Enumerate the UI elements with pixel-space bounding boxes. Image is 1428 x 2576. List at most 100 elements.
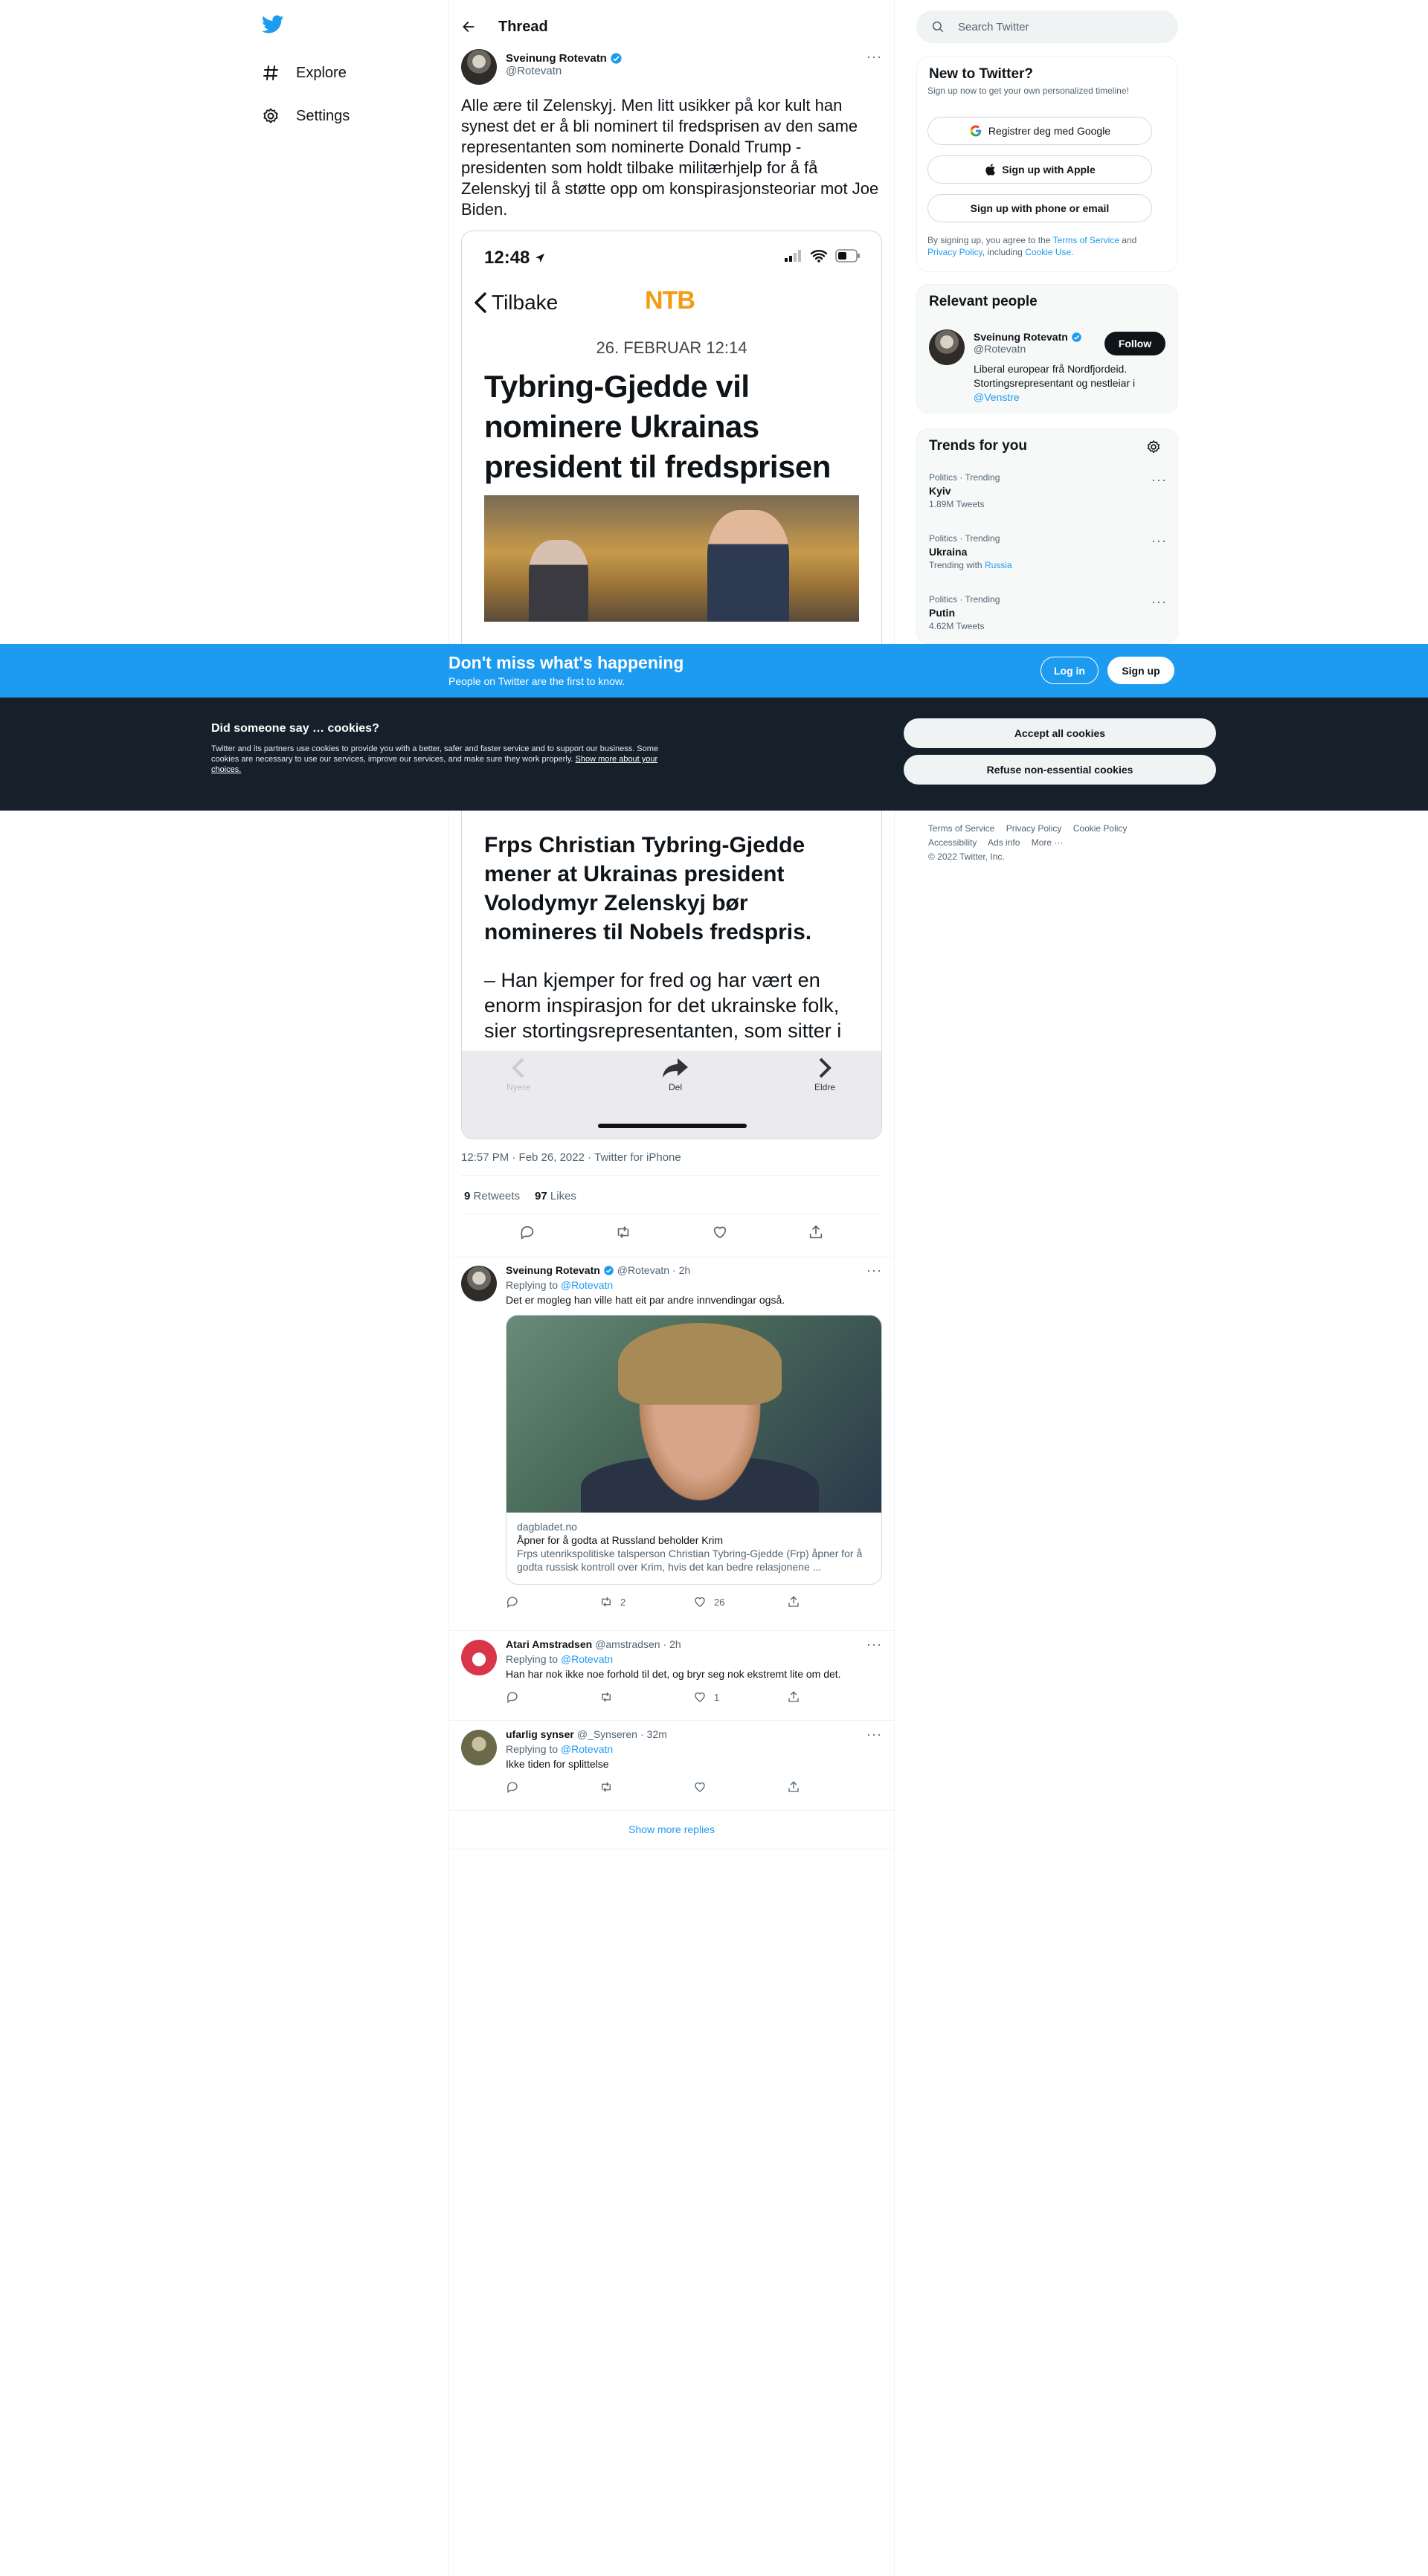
- trend-with-link[interactable]: Russia: [985, 560, 1012, 570]
- article-photo: [484, 495, 859, 622]
- more-options-icon[interactable]: ···: [866, 1263, 882, 1278]
- avatar[interactable]: [461, 1730, 497, 1765]
- nav-explore[interactable]: Explore: [262, 58, 347, 88]
- nav-settings-label: Settings: [296, 107, 350, 124]
- footer-tos-link[interactable]: Terms of Service: [928, 823, 994, 834]
- trend-item[interactable]: Politics · Trending Ukraina Trending wit…: [929, 533, 1167, 570]
- share-icon[interactable]: [808, 1224, 824, 1240]
- share-button[interactable]: [787, 1780, 881, 1794]
- trend-name: Ukraina: [929, 546, 968, 558]
- signup-button[interactable]: Sign up: [1107, 657, 1174, 684]
- google-signup-button[interactable]: Registrer deg med Google: [927, 117, 1152, 145]
- reply-button[interactable]: [506, 1690, 599, 1704]
- terms-link[interactable]: Terms of Service: [1053, 235, 1119, 245]
- reply-author-name[interactable]: ufarlig synser: [506, 1728, 574, 1740]
- show-more-replies-link[interactable]: Show more replies: [449, 1823, 894, 1835]
- footer-ads-link[interactable]: Ads info: [988, 837, 1020, 848]
- author-handle: @Rotevatn: [506, 65, 562, 77]
- share-button[interactable]: [787, 1690, 881, 1704]
- footer-privacy-link[interactable]: Privacy Policy: [1006, 823, 1062, 834]
- like-count[interactable]: 97 Likes: [535, 1190, 576, 1202]
- phone-nav-older: Eldre: [814, 1057, 835, 1092]
- phone-home-indicator: [598, 1124, 747, 1128]
- link-card[interactable]: dagbladet.no Åpner for å godta at Russla…: [506, 1315, 882, 1585]
- reply-tweet[interactable]: ufarlig synser @_Synseren · 32m ··· Repl…: [449, 1721, 894, 1810]
- retweet-count[interactable]: 9 Retweets: [464, 1190, 520, 1202]
- phone-signup-button[interactable]: Sign up with phone or email: [927, 194, 1152, 222]
- bio-link[interactable]: @Venstre: [974, 391, 1020, 403]
- retweet-button[interactable]: [599, 1690, 693, 1704]
- search-box[interactable]: Search Twitter: [916, 10, 1178, 43]
- more-options-icon[interactable]: ···: [866, 1727, 882, 1742]
- accept-cookies-button[interactable]: Accept all cookies: [904, 718, 1216, 748]
- avatar[interactable]: [929, 329, 965, 365]
- reply-time[interactable]: · 2h: [672, 1264, 690, 1276]
- avatar[interactable]: [461, 49, 497, 85]
- reply-author-name[interactable]: Sveinung Rotevatn: [506, 1264, 600, 1276]
- trend-item[interactable]: Politics · Trending Putin 4.62M Tweets ·…: [929, 594, 1167, 631]
- more-options-icon[interactable]: ···: [1151, 594, 1167, 610]
- footer-accessibility-link[interactable]: Accessibility: [928, 837, 977, 848]
- replying-to-link[interactable]: @Rotevatn: [561, 1743, 613, 1755]
- link-card-desc: Frps utenrikspolitiske talsperson Christ…: [517, 1548, 863, 1573]
- apple-signup-button[interactable]: Sign up with Apple: [927, 155, 1152, 184]
- cookie-consent-bar: Did someone say … cookies? Twitter and i…: [0, 698, 1428, 811]
- reply-icon[interactable]: [519, 1224, 536, 1240]
- reply-author-name[interactable]: Atari Amstradsen: [506, 1638, 592, 1650]
- refuse-cookies-button[interactable]: Refuse non-essential cookies: [904, 755, 1216, 785]
- reply-tweet[interactable]: Atari Amstradsen @amstradsen · 2h ··· Re…: [449, 1631, 894, 1720]
- reply-time[interactable]: · 2h: [663, 1638, 681, 1650]
- cookie-use-link[interactable]: Cookie Use.: [1025, 247, 1073, 257]
- link-card-image: [506, 1316, 881, 1513]
- phone-time: 12:48: [484, 248, 530, 268]
- avatar[interactable]: [461, 1266, 497, 1301]
- nav-settings[interactable]: Settings: [262, 101, 350, 131]
- gear-icon[interactable]: [1146, 439, 1161, 454]
- person-name[interactable]: Sveinung Rotevatn: [974, 331, 1068, 343]
- trend-count: 1.89M Tweets: [929, 499, 985, 509]
- person-bio: Liberal europear frå Nordfjordeid. Stort…: [974, 363, 1136, 403]
- more-options-icon[interactable]: ···: [866, 49, 882, 65]
- replying-to-link[interactable]: @Rotevatn: [561, 1653, 613, 1665]
- reply-button[interactable]: [506, 1780, 599, 1794]
- phone-nav-share: Del: [661, 1057, 689, 1092]
- reply-actions: 2 26: [506, 1595, 882, 1609]
- author-name[interactable]: Sveinung Rotevatn: [506, 52, 607, 65]
- login-banner: Don't miss what's happening People on Tw…: [0, 644, 1428, 698]
- link-card-domain: dagbladet.no: [517, 1521, 577, 1533]
- search-input[interactable]: Search Twitter: [958, 21, 1029, 33]
- reply-tweet[interactable]: Sveinung Rotevatn @Rotevatn · 2h ··· Rep…: [449, 1257, 894, 1629]
- replying-to-link[interactable]: @Rotevatn: [561, 1279, 613, 1291]
- footer-cookie-link[interactable]: Cookie Policy: [1073, 823, 1128, 834]
- share-button[interactable]: [787, 1595, 881, 1609]
- apple-signup-label: Sign up with Apple: [1002, 164, 1096, 176]
- like-button[interactable]: 1: [693, 1690, 787, 1704]
- reply-time[interactable]: · 32m: [640, 1728, 667, 1740]
- trend-item[interactable]: Politics · Trending Kyiv 1.89M Tweets ··…: [929, 472, 1167, 509]
- retweet-button[interactable]: [599, 1780, 693, 1794]
- tweet-meta[interactable]: 12:57 PM · Feb 26, 2022 · Twitter for iP…: [461, 1151, 681, 1164]
- banner-title: Don't miss what's happening: [448, 653, 684, 672]
- login-button[interactable]: Log in: [1041, 657, 1099, 684]
- like-button[interactable]: [693, 1780, 787, 1794]
- nav-explore-label: Explore: [296, 64, 347, 81]
- retweet-icon[interactable]: [615, 1224, 631, 1240]
- twitter-logo-icon[interactable]: [262, 15, 284, 34]
- article-headline: Tybring-Gjedde vil nominere Ukrainas pre…: [484, 369, 831, 484]
- privacy-link[interactable]: Privacy Policy: [927, 247, 982, 257]
- avatar[interactable]: [461, 1640, 497, 1675]
- footer-more-link[interactable]: More ···: [1032, 837, 1064, 848]
- more-options-icon[interactable]: ···: [866, 1637, 882, 1652]
- phone-nav-older-label: Eldre: [814, 1082, 836, 1092]
- page-title: Thread: [498, 18, 548, 35]
- back-arrow-icon[interactable]: [461, 19, 476, 34]
- follow-button[interactable]: Follow: [1104, 332, 1165, 355]
- more-options-icon[interactable]: ···: [1151, 533, 1167, 549]
- like-icon[interactable]: [712, 1224, 728, 1240]
- more-options-icon[interactable]: ···: [1151, 472, 1167, 488]
- reply-button[interactable]: [506, 1595, 599, 1609]
- retweet-button[interactable]: 2: [599, 1595, 693, 1609]
- new-to-twitter-panel: New to Twitter? Sign up now to get your …: [916, 57, 1178, 272]
- relevant-people-panel: Relevant people Sveinung Rotevatn @Rotev…: [916, 284, 1178, 413]
- like-button[interactable]: 26: [693, 1595, 787, 1609]
